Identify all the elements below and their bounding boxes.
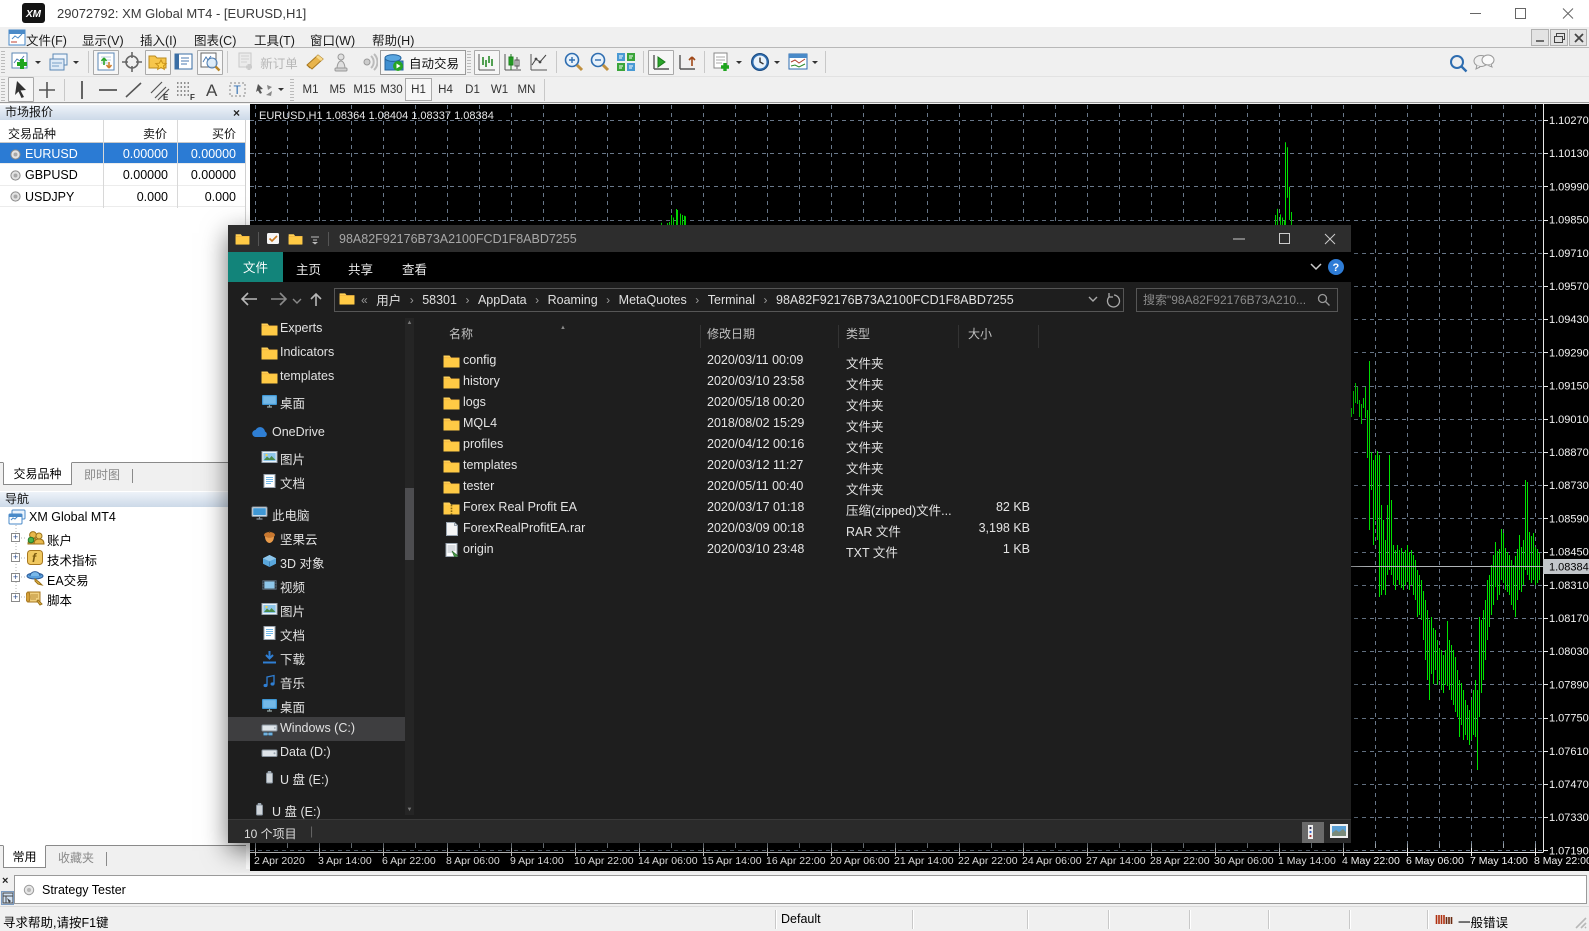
svg-text:1.08870: 1.08870 (1549, 447, 1589, 459)
svg-text:1.08310: 1.08310 (1549, 580, 1589, 592)
svg-text:2 Apr 2020: 2 Apr 2020 (254, 855, 305, 867)
svg-text:15 Apr 14:00: 15 Apr 14:00 (702, 855, 762, 867)
svg-text:9 Apr 14:00: 9 Apr 14:00 (510, 855, 564, 867)
svg-text:27 Apr 14:00: 27 Apr 14:00 (1086, 855, 1146, 867)
svg-text:1.09990: 1.09990 (1549, 181, 1589, 193)
svg-text:T: T (234, 83, 242, 97)
svg-text:14 Apr 06:00: 14 Apr 06:00 (638, 855, 698, 867)
svg-text:10 Apr 22:00: 10 Apr 22:00 (574, 855, 634, 867)
svg-text:1.08030: 1.08030 (1549, 646, 1589, 658)
svg-text:1.07330: 1.07330 (1549, 812, 1589, 824)
svg-text:24 Apr 06:00: 24 Apr 06:00 (1022, 855, 1082, 867)
svg-text:1.09850: 1.09850 (1549, 215, 1589, 227)
svg-text:1.08590: 1.08590 (1549, 513, 1589, 525)
svg-text:1.07470: 1.07470 (1549, 779, 1589, 791)
svg-text:6 May 06:00: 6 May 06:00 (1406, 855, 1464, 867)
svg-text:8 Apr 06:00: 8 Apr 06:00 (446, 855, 500, 867)
svg-text:1.09570: 1.09570 (1549, 281, 1589, 293)
svg-text:1.07750: 1.07750 (1549, 713, 1589, 725)
svg-text:30 Apr 06:00: 30 Apr 06:00 (1214, 855, 1274, 867)
svg-text:16 Apr 22:00: 16 Apr 22:00 (766, 855, 826, 867)
svg-text:22 Apr 22:00: 22 Apr 22:00 (958, 855, 1018, 867)
svg-text:1.09150: 1.09150 (1549, 381, 1589, 393)
svg-text:4 May 22:00: 4 May 22:00 (1342, 855, 1400, 867)
svg-text:F: F (190, 93, 195, 101)
svg-text:3 Apr 14:00: 3 Apr 14:00 (318, 855, 372, 867)
svg-text:1.09710: 1.09710 (1549, 248, 1589, 260)
svg-text:1.07190: 1.07190 (1549, 845, 1589, 857)
svg-text:E: E (163, 93, 169, 101)
svg-text:XM: XM (25, 9, 42, 20)
svg-text:21 Apr 14:00: 21 Apr 14:00 (894, 855, 954, 867)
svg-text:1.08170: 1.08170 (1549, 613, 1589, 625)
svg-text:A: A (206, 81, 218, 100)
svg-text:?: ? (1333, 262, 1340, 274)
svg-text:7 May 14:00: 7 May 14:00 (1470, 855, 1528, 867)
svg-text:1.10130: 1.10130 (1549, 148, 1589, 160)
svg-text:1.07890: 1.07890 (1549, 679, 1589, 691)
svg-text:1.09290: 1.09290 (1549, 347, 1589, 359)
svg-text:1 May 14:00: 1 May 14:00 (1278, 855, 1336, 867)
svg-text:1.10270: 1.10270 (1549, 115, 1589, 127)
svg-text:EURUSD,H1 1.08364 1.08404 1.0: EURUSD,H1 1.08364 1.08404 1.08337 1.0838… (259, 110, 494, 122)
svg-text:1.08384: 1.08384 (1549, 562, 1589, 574)
svg-text:28 Apr 22:00: 28 Apr 22:00 (1150, 855, 1210, 867)
svg-text:1.08450: 1.08450 (1549, 547, 1589, 559)
svg-text:1.09430: 1.09430 (1549, 314, 1589, 326)
svg-text:20 Apr 06:00: 20 Apr 06:00 (830, 855, 890, 867)
svg-text:1.08730: 1.08730 (1549, 480, 1589, 492)
svg-text:1.07610: 1.07610 (1549, 746, 1589, 758)
svg-text:6 Apr 22:00: 6 Apr 22:00 (382, 855, 436, 867)
svg-text:1.09010: 1.09010 (1549, 414, 1589, 426)
